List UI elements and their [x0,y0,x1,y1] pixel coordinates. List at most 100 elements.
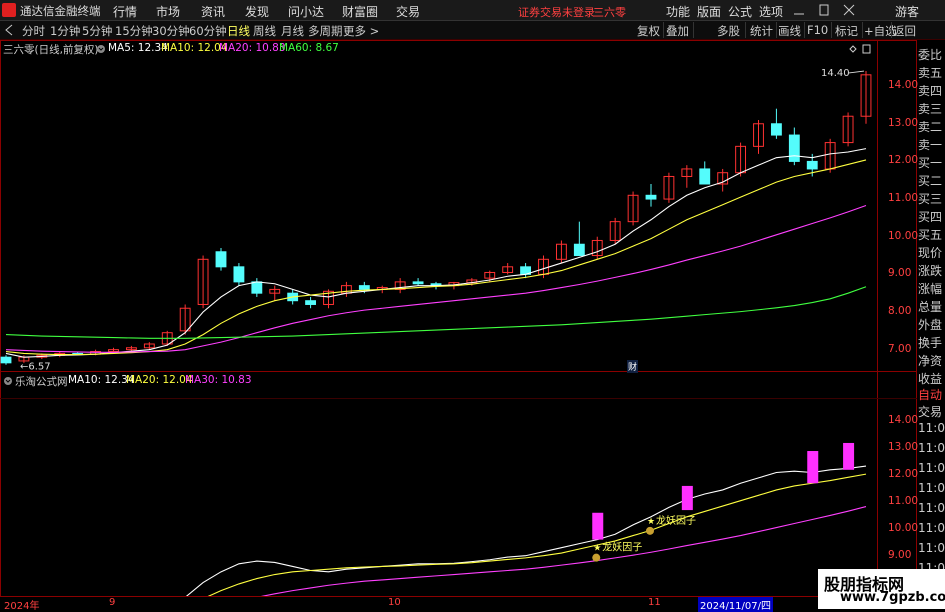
legend-ma10: MA10: 12.04 [161,42,228,54]
close-icon[interactable] [843,4,855,16]
price-tick-label: 9.00 [888,267,912,280]
minimize-icon[interactable] [793,4,805,16]
tf-weekly[interactable]: 周线 [253,23,276,39]
trade-time-label: 11:03 [918,441,945,455]
trade-label[interactable]: 交易 [918,403,945,420]
money-bag-icon [646,526,654,535]
trade-time-label: 11:04 [918,541,945,555]
price-tick-label: 10.00 [888,229,919,242]
sub-line-ma10 [185,465,867,596]
quote-row-label: 卖五 [918,66,943,80]
toolbar-divider [776,22,777,38]
quote-row-label: 总量 [918,300,943,314]
candle-body [788,134,800,162]
toolbar-mark[interactable]: 标记 [835,23,858,39]
maximize-icon[interactable] [818,4,830,16]
sub-line-ma30 [260,506,867,596]
price-tick-label: 12.00 [888,154,919,167]
financial-marker[interactable]: 财 [627,360,639,373]
tf-15min[interactable]: 15分钟 [115,23,153,39]
quote-row-label: 涨幅 [918,282,943,296]
date-label-oct: 10 [388,597,401,608]
toolbar-divider [862,22,863,38]
tf-1min[interactable]: 1分钟 [50,23,80,39]
candle-body [645,194,657,200]
candle-body [305,300,317,305]
period-toolbar: 分时 1分钟 5分钟 15分钟 30分钟 60分钟 日线 周线 月线 多周期 更… [0,21,945,40]
date-label-year: 2024年 [4,601,40,612]
candle-body [215,251,227,268]
main-chart-title[interactable]: 三六零(日线,前复权) [3,42,99,57]
menu-item-wealth[interactable]: 财富圈 [342,3,378,20]
signal-label: 龙妖因子 [602,541,642,554]
trade-time-label: 11:03 [918,421,945,435]
ma-line-ma10 [5,159,867,356]
date-label-sep: 9 [109,597,116,608]
toolbar-divider [693,22,694,38]
sub-indicator-title[interactable]: 乐淘公式网 [15,374,68,389]
watermark-url: www.7gpzb.com [840,590,945,605]
indicator-settings-icon[interactable] [96,44,106,54]
tf-daily[interactable]: 日线 [227,23,250,39]
main-candlestick-chart[interactable]: 14.40 ←6.57 [0,56,877,376]
menu-item-layout[interactable]: 版面 [697,3,721,20]
tf-5min[interactable]: 5分钟 [82,23,112,39]
signal-bar [807,451,819,484]
toolbar-back[interactable]: 返回 [893,23,916,39]
toolbar-draw[interactable]: 画线 [778,23,801,39]
price-tick-label: 13.00 [888,116,919,129]
tf-60min[interactable]: 60分钟 [189,23,227,39]
toolbar-divider [663,22,664,38]
quote-row-label: 收益 [918,372,943,386]
candle-body [251,281,263,294]
trade-time-label: 11:04 [918,521,945,535]
toolbar-overlay[interactable]: 叠加 [666,23,689,39]
sub-tick-label: 12.00 [888,468,919,481]
trade-login-notice[interactable]: 证券交易未登录 [518,4,595,20]
candle-body [233,266,245,283]
signal-bar [592,512,604,540]
menu-item-trade[interactable]: 交易 [396,3,420,20]
menu-item-discover[interactable]: 发现 [245,3,269,20]
quote-row-label: 涨跌 [918,264,943,278]
toolbar-multi-stock[interactable]: 多股 [717,23,740,39]
tf-intraday[interactable]: 分时 [22,23,45,39]
sub-legend-ma10: MA10: 12.34 [68,374,135,386]
menu-item-function[interactable]: 功能 [666,3,690,20]
menu-item-options[interactable]: 选项 [759,3,783,20]
guest-label[interactable]: 游客 [895,3,919,20]
tf-more[interactable]: 更多 > [343,23,379,39]
high-pointer-line [847,70,865,74]
sub-tick-label: 13.00 [888,441,919,454]
legend-ma20: MA20: 10.83 [219,42,286,54]
menu-item-news[interactable]: 资讯 [201,3,225,20]
menu-item-formula[interactable]: 公式 [728,3,752,20]
toolbar-adjust[interactable]: 复权 [637,23,660,39]
sub-tick-label: 11.00 [888,495,919,508]
menu-item-ask[interactable]: 问小达 [288,3,324,20]
toolbar-f10[interactable]: F10 [807,23,828,37]
signal-star-icon: ★ [593,544,601,554]
sub-indicator-chart[interactable]: ★ 龙妖因子★ 龙妖因子 [0,400,877,596]
signal-bar [681,485,693,511]
tf-multi-period[interactable]: 多周期 [308,23,343,39]
watermark-box: 股朋指标网 www.7gpzb.com [818,569,945,609]
quote-row-label: 买一 [918,156,943,170]
signal-bar [843,442,855,470]
pane-control-icons[interactable] [848,44,872,54]
sub-line-ma20 [207,473,867,596]
candle-body [770,123,782,136]
collapse-arrow-icon[interactable] [4,24,14,36]
tf-monthly[interactable]: 月线 [281,23,304,39]
menu-item-markets[interactable]: 市场 [156,3,180,20]
quote-row-label: 买五 [918,228,943,242]
toolbar-stats[interactable]: 统计 [750,23,773,39]
tf-30min[interactable]: 30分钟 [152,23,190,39]
trade-time-label: 11:04 [918,461,945,475]
candle-body [806,160,818,170]
quote-row-label: 净资 [918,354,943,368]
sub-legend-ma20: MA20: 12.04 [126,374,193,386]
auto-trade-label[interactable]: 自动 [918,386,945,403]
menu-item-market[interactable]: 行情 [113,3,137,20]
sub-indicator-settings-icon[interactable] [3,376,13,386]
